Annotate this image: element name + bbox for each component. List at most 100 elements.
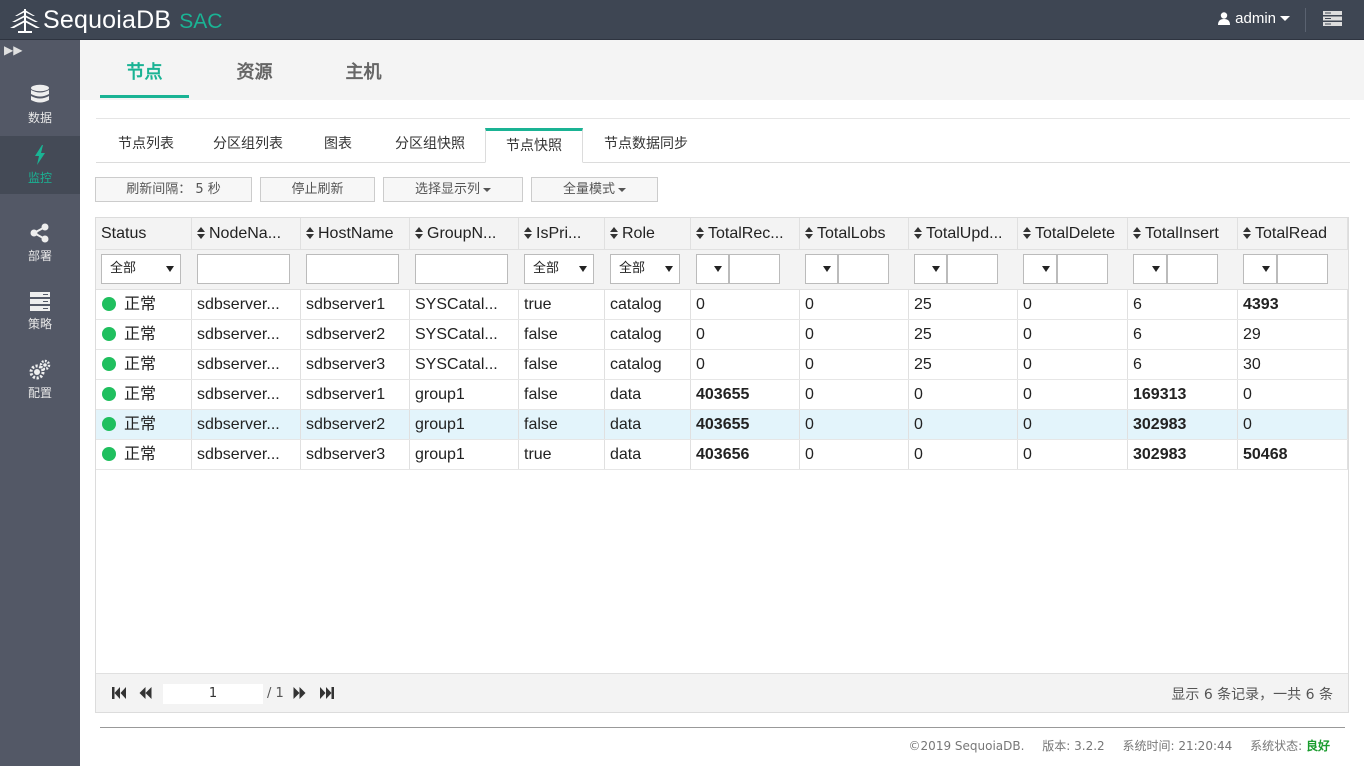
sidebar-item-label: 配置 — [27, 386, 52, 400]
groupname-link[interactable]: SYSCatal... — [410, 290, 519, 319]
totalinsert-filter-input[interactable] — [1167, 254, 1218, 284]
tab-resources[interactable]: 资源 — [210, 58, 299, 98]
groupname-link[interactable]: group1 — [410, 410, 519, 439]
table-row[interactable]: 正常 sdbserver... sdbserver2 group1 false … — [96, 410, 1348, 440]
totalupdate-operator-select[interactable] — [914, 254, 947, 284]
dropdown-icon — [166, 266, 174, 272]
totalupdate-cell: 25 — [909, 290, 1018, 319]
column-header-totalrecords[interactable]: TotalRec... — [691, 218, 800, 249]
user-menu[interactable]: admin — [1218, 10, 1290, 27]
nodename-link[interactable]: sdbserver... — [192, 380, 301, 409]
sidebar-item-monitor[interactable]: 监控 — [0, 136, 80, 194]
column-header-isprimary[interactable]: IsPri... — [519, 218, 605, 249]
totalrecords-operator-select[interactable] — [696, 254, 729, 284]
nodename-link[interactable]: sdbserver... — [192, 350, 301, 379]
column-header-totaldelete[interactable]: TotalDelete — [1018, 218, 1128, 249]
tab-group-snapshot[interactable]: 分区组快照 — [378, 128, 482, 163]
status-text: 正常 — [124, 446, 157, 463]
column-header-totalupdate[interactable]: TotalUpd... — [909, 218, 1018, 249]
column-header-totalread[interactable]: TotalRead — [1238, 218, 1348, 249]
dropdown-icon — [579, 266, 587, 272]
role-cell: catalog — [605, 290, 691, 319]
column-header-groupname[interactable]: GroupN... — [410, 218, 519, 249]
role-cell: catalog — [605, 320, 691, 349]
table-row[interactable]: 正常 sdbserver... sdbserver1 SYSCatal... t… — [96, 290, 1348, 320]
refresh-interval-button[interactable]: 刷新间隔： 5 秒 — [95, 177, 252, 202]
column-header-nodename[interactable]: NodeNa... — [192, 218, 301, 249]
hostname-link[interactable]: sdbserver2 — [301, 320, 410, 349]
totalrecords-cell: 403655 — [691, 410, 800, 439]
grid-header: Status NodeNa... HostName GroupN... IsPr… — [96, 218, 1348, 250]
column-header-status[interactable]: Status — [96, 218, 192, 249]
column-header-label: GroupN... — [427, 225, 497, 242]
lightning-icon — [35, 145, 45, 165]
dropdown-icon — [1262, 266, 1270, 272]
tab-charts[interactable]: 图表 — [308, 128, 368, 163]
page-number-input[interactable]: 1 — [163, 684, 263, 704]
sidebar-item-config[interactable]: 配置 — [0, 351, 80, 411]
nodename-link[interactable]: sdbserver... — [192, 290, 301, 319]
first-page-icon[interactable] — [112, 686, 127, 700]
stop-refresh-button[interactable]: 停止刷新 — [260, 177, 375, 202]
sidebar-item-policy[interactable]: 策略 — [0, 282, 80, 342]
expand-sidebar-icon[interactable]: ▶▶ — [4, 43, 22, 57]
totalrecords-filter-input[interactable] — [729, 254, 780, 284]
sidebar-item-deploy[interactable]: 部署 — [0, 214, 80, 274]
groupname-link[interactable]: group1 — [410, 440, 519, 469]
column-header-label: IsPri... — [536, 225, 582, 242]
groupname-link[interactable]: SYSCatal... — [410, 320, 519, 349]
tab-node-snapshot[interactable]: 节点快照 — [485, 128, 583, 163]
isprimary-filter-select[interactable]: 全部 — [524, 254, 594, 284]
tab-hosts[interactable]: 主机 — [319, 58, 408, 98]
table-row[interactable]: 正常 sdbserver... sdbserver1 group1 false … — [96, 380, 1348, 410]
last-page-icon[interactable] — [319, 686, 334, 700]
hostname-link[interactable]: sdbserver3 — [301, 440, 410, 469]
status-filter-select[interactable]: 全部 — [101, 254, 181, 284]
tab-group-list[interactable]: 分区组列表 — [200, 128, 296, 163]
totaldelete-filter-input[interactable] — [1057, 254, 1108, 284]
sidebar-item-data[interactable]: 数据 — [0, 76, 80, 136]
nodename-link[interactable]: sdbserver... — [192, 320, 301, 349]
nodename-link[interactable]: sdbserver... — [192, 410, 301, 439]
totallobs-filter-input[interactable] — [838, 254, 889, 284]
totalupdate-filter-input[interactable] — [947, 254, 998, 284]
hostname-link[interactable]: sdbserver1 — [301, 380, 410, 409]
totalinsert-operator-select[interactable] — [1133, 254, 1167, 284]
column-header-hostname[interactable]: HostName — [301, 218, 410, 249]
next-page-icon[interactable] — [293, 686, 306, 700]
column-header-totallobs[interactable]: TotalLobs — [800, 218, 909, 249]
tab-node-sync[interactable]: 节点数据同步 — [590, 128, 702, 163]
divider — [1305, 8, 1306, 32]
groupname-filter-input[interactable] — [415, 254, 508, 284]
table-row[interactable]: 正常 sdbserver... sdbserver3 SYSCatal... f… — [96, 350, 1348, 380]
prev-page-icon[interactable] — [139, 686, 152, 700]
table-row[interactable]: 正常 sdbserver... sdbserver3 group1 true d… — [96, 440, 1348, 470]
column-header-totalinsert[interactable]: TotalInsert — [1128, 218, 1238, 249]
totallobs-operator-select[interactable] — [805, 254, 838, 284]
tab-node-list[interactable]: 节点列表 — [96, 128, 196, 163]
hostname-filter-input[interactable] — [306, 254, 399, 284]
column-header-label: TotalInsert — [1145, 225, 1219, 242]
menu-icon[interactable] — [1323, 11, 1342, 26]
hostname-link[interactable]: sdbserver1 — [301, 290, 410, 319]
select-columns-button[interactable]: 选择显示列 — [383, 177, 523, 202]
groupname-link[interactable]: SYSCatal... — [410, 350, 519, 379]
totaldelete-operator-select[interactable] — [1023, 254, 1057, 284]
hostname-link[interactable]: sdbserver3 — [301, 350, 410, 379]
role-filter-select[interactable]: 全部 — [610, 254, 680, 284]
totalread-filter-input[interactable] — [1277, 254, 1328, 284]
totalread-operator-select[interactable] — [1243, 254, 1277, 284]
main-tabs: 节点 资源 主机 — [80, 40, 1364, 100]
column-header-role[interactable]: Role — [605, 218, 691, 249]
nodename-link[interactable]: sdbserver... — [192, 440, 301, 469]
groupname-link[interactable]: group1 — [410, 380, 519, 409]
table-row[interactable]: 正常 sdbserver... sdbserver2 SYSCatal... f… — [96, 320, 1348, 350]
footer-copyright: ©2019 SequoiaDB. — [908, 739, 1025, 753]
status-ok-icon — [102, 297, 116, 311]
dropdown-icon — [665, 266, 673, 272]
nodename-filter-input[interactable] — [197, 254, 290, 284]
full-mode-button[interactable]: 全量模式 — [531, 177, 658, 202]
app-logo[interactable]: SequoiaDB SAC — [10, 4, 222, 36]
hostname-link[interactable]: sdbserver2 — [301, 410, 410, 439]
tab-nodes[interactable]: 节点 — [100, 58, 189, 98]
